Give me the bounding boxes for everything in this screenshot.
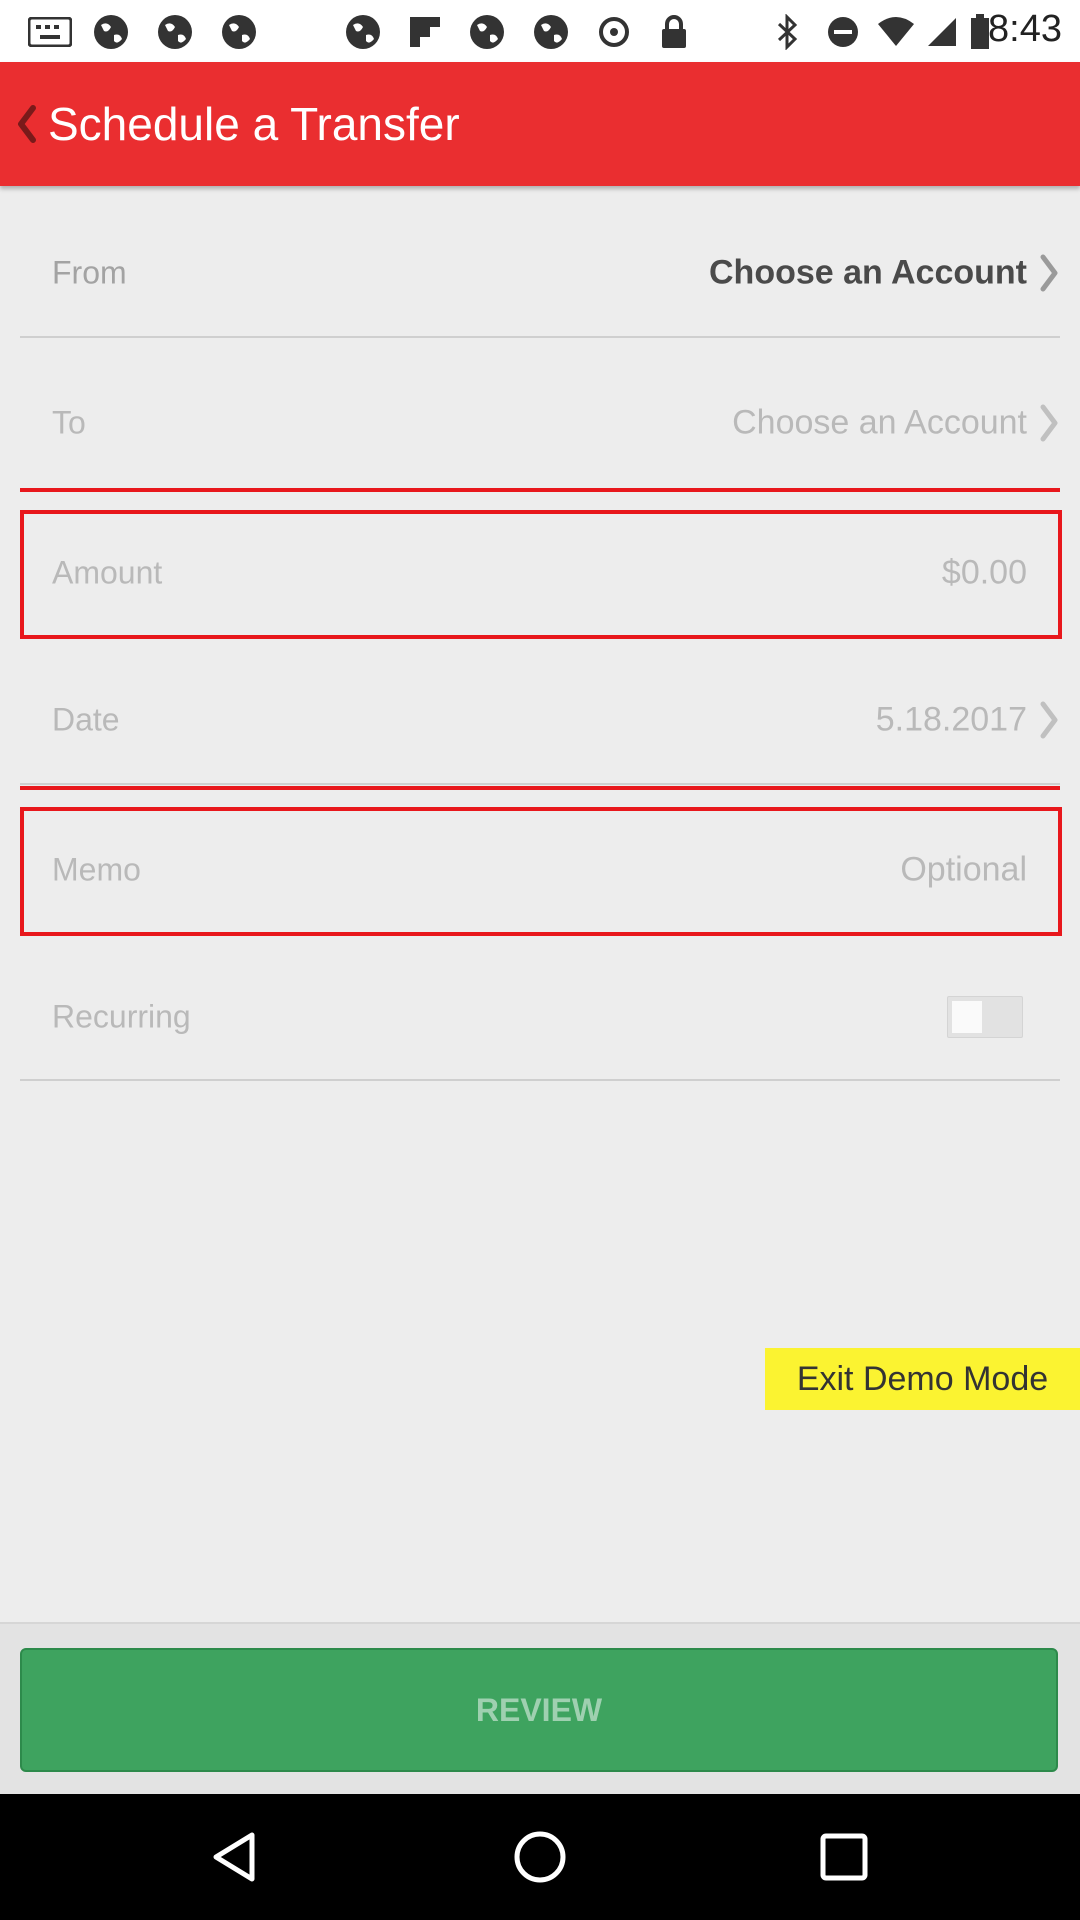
- memo-placeholder: Optional: [900, 850, 1027, 889]
- page-title: Schedule a Transfer: [48, 98, 460, 150]
- from-row[interactable]: From Choose an Account: [0, 198, 1080, 348]
- globe-icon: [344, 15, 382, 49]
- recents-square-icon[interactable]: [814, 1827, 874, 1887]
- date-row[interactable]: Date 5.18.2017: [0, 645, 1080, 795]
- divider: [20, 783, 1060, 785]
- review-button[interactable]: REVIEW: [20, 1648, 1058, 1772]
- to-row[interactable]: To Choose an Account: [0, 348, 1080, 498]
- memo-label: Memo: [52, 851, 141, 888]
- back-button[interactable]: Schedule a Transfer: [0, 62, 460, 186]
- do-not-disturb-icon: [826, 16, 860, 48]
- recurring-label: Recurring: [52, 998, 191, 1035]
- highlight-line: [20, 488, 1060, 492]
- date-value: 5.18.2017: [875, 700, 1027, 739]
- home-circle-icon[interactable]: [510, 1827, 570, 1887]
- status-time: 8:43: [988, 8, 1062, 50]
- system-nav-bar: [0, 1794, 1080, 1920]
- wifi-icon: [876, 16, 916, 48]
- bluetooth-icon: [776, 14, 800, 50]
- to-account-value: Choose an Account: [732, 403, 1027, 442]
- status-bar: 8:43: [0, 0, 1080, 62]
- battery-icon: [970, 14, 990, 49]
- globe-icon: [92, 15, 130, 49]
- divider: [20, 1079, 1060, 1081]
- exit-demo-mode-button[interactable]: Exit Demo Mode: [765, 1348, 1080, 1410]
- back-triangle-icon[interactable]: [206, 1827, 266, 1887]
- toggle-knob: [952, 1001, 982, 1033]
- chevron-right-icon: [1038, 700, 1060, 740]
- date-label: Date: [52, 701, 120, 738]
- data-saver-icon: [598, 16, 630, 48]
- flipboard-icon: [408, 16, 442, 48]
- from-account-value: Choose an Account: [709, 253, 1027, 292]
- app-bar: Schedule a Transfer: [0, 62, 1080, 186]
- chevron-left-icon: [6, 62, 46, 186]
- bottom-action-area: REVIEW: [0, 1622, 1080, 1796]
- highlight-line: [20, 786, 1060, 790]
- globe-icon: [220, 15, 258, 49]
- amount-label: Amount: [52, 554, 163, 591]
- chevron-right-icon: [1038, 403, 1060, 443]
- to-label: To: [52, 404, 86, 441]
- lock-icon: [660, 15, 688, 48]
- globe-icon: [532, 15, 570, 49]
- recurring-toggle[interactable]: [947, 996, 1023, 1038]
- divider: [20, 336, 1060, 338]
- amount-value: $0.00: [941, 553, 1027, 592]
- recurring-row: Recurring: [0, 942, 1080, 1092]
- from-label: From: [52, 254, 127, 291]
- signal-icon: [926, 16, 958, 48]
- amount-field[interactable]: Amount $0.00: [0, 498, 1080, 648]
- notification-icon: [28, 16, 72, 48]
- chevron-right-icon: [1038, 253, 1060, 293]
- memo-field[interactable]: Memo Optional: [0, 795, 1080, 945]
- globe-icon: [156, 15, 194, 49]
- globe-icon: [468, 15, 506, 49]
